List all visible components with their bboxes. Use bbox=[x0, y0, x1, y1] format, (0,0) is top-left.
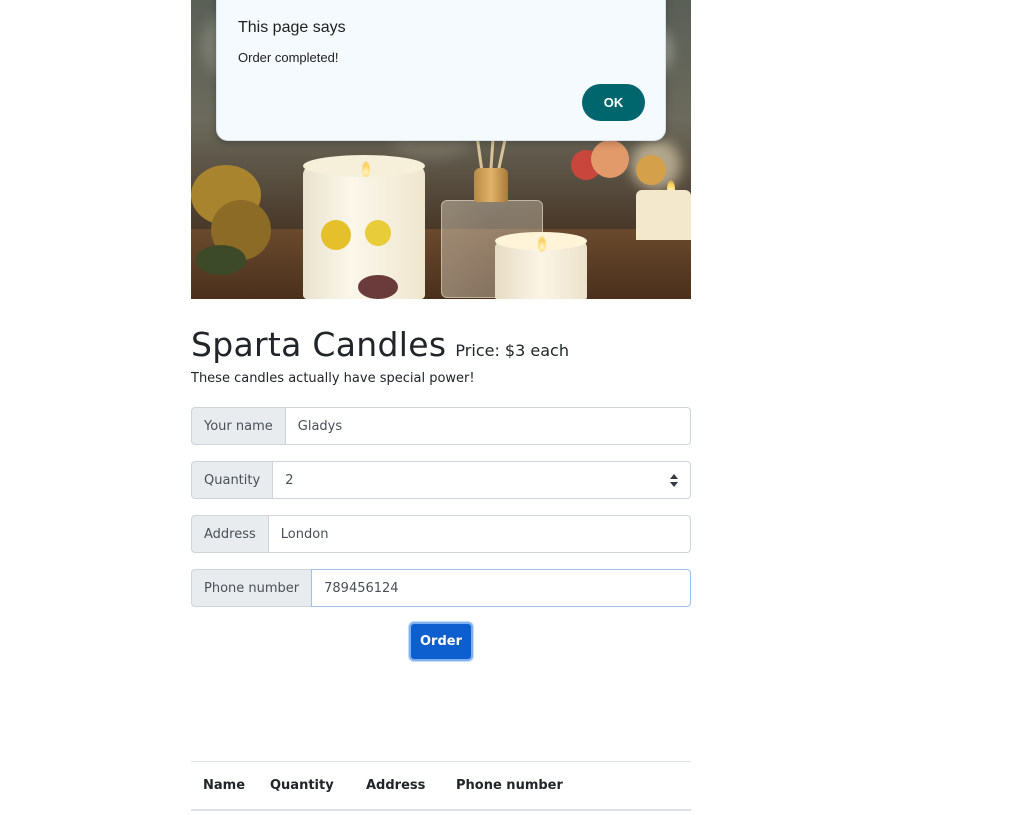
phone-input-value: 789456124 bbox=[324, 580, 399, 596]
product-heading: Sparta Candles Price: $3 each bbox=[191, 325, 569, 364]
orders-table: Name Quantity Address Phone number bbox=[191, 761, 691, 811]
phone-input-group: Phone number 789456124 bbox=[191, 569, 691, 607]
page: Sparta Candles Price: $3 each These cand… bbox=[0, 0, 1018, 815]
price-label: Price: $3 each bbox=[455, 341, 569, 360]
quantity-select[interactable]: 2 bbox=[272, 461, 691, 499]
ok-button[interactable]: OK bbox=[582, 84, 645, 121]
quantity-label: Quantity bbox=[191, 461, 273, 499]
column-header-address: Address bbox=[354, 761, 444, 811]
select-arrows-icon bbox=[670, 474, 678, 487]
quantity-select-value: 2 bbox=[285, 472, 294, 488]
phone-label: Phone number bbox=[191, 569, 312, 607]
column-header-quantity: Quantity bbox=[258, 761, 354, 811]
alert-dialog: This page says Order completed! OK bbox=[216, 0, 666, 141]
dialog-message: Order completed! bbox=[238, 50, 339, 65]
address-input-group: Address London bbox=[191, 515, 691, 553]
name-input-value: Gladys bbox=[297, 418, 343, 434]
address-input[interactable]: London bbox=[267, 515, 691, 553]
name-input[interactable]: Gladys bbox=[284, 407, 691, 445]
name-input-group: Your name Gladys bbox=[191, 407, 691, 445]
order-button[interactable]: Order bbox=[409, 622, 473, 661]
table-header-row: Name Quantity Address Phone number bbox=[191, 761, 691, 811]
dialog-title: This page says bbox=[238, 19, 346, 36]
phone-input[interactable]: 789456124 bbox=[311, 569, 691, 607]
product-description: These candles actually have special powe… bbox=[191, 371, 475, 386]
page-title: Sparta Candles bbox=[191, 325, 447, 364]
column-header-name: Name bbox=[191, 761, 258, 811]
column-header-phone: Phone number bbox=[444, 761, 691, 811]
quantity-input-group: Quantity 2 bbox=[191, 461, 691, 499]
name-label: Your name bbox=[191, 407, 285, 445]
address-label: Address bbox=[191, 515, 268, 553]
address-input-value: London bbox=[280, 526, 329, 542]
